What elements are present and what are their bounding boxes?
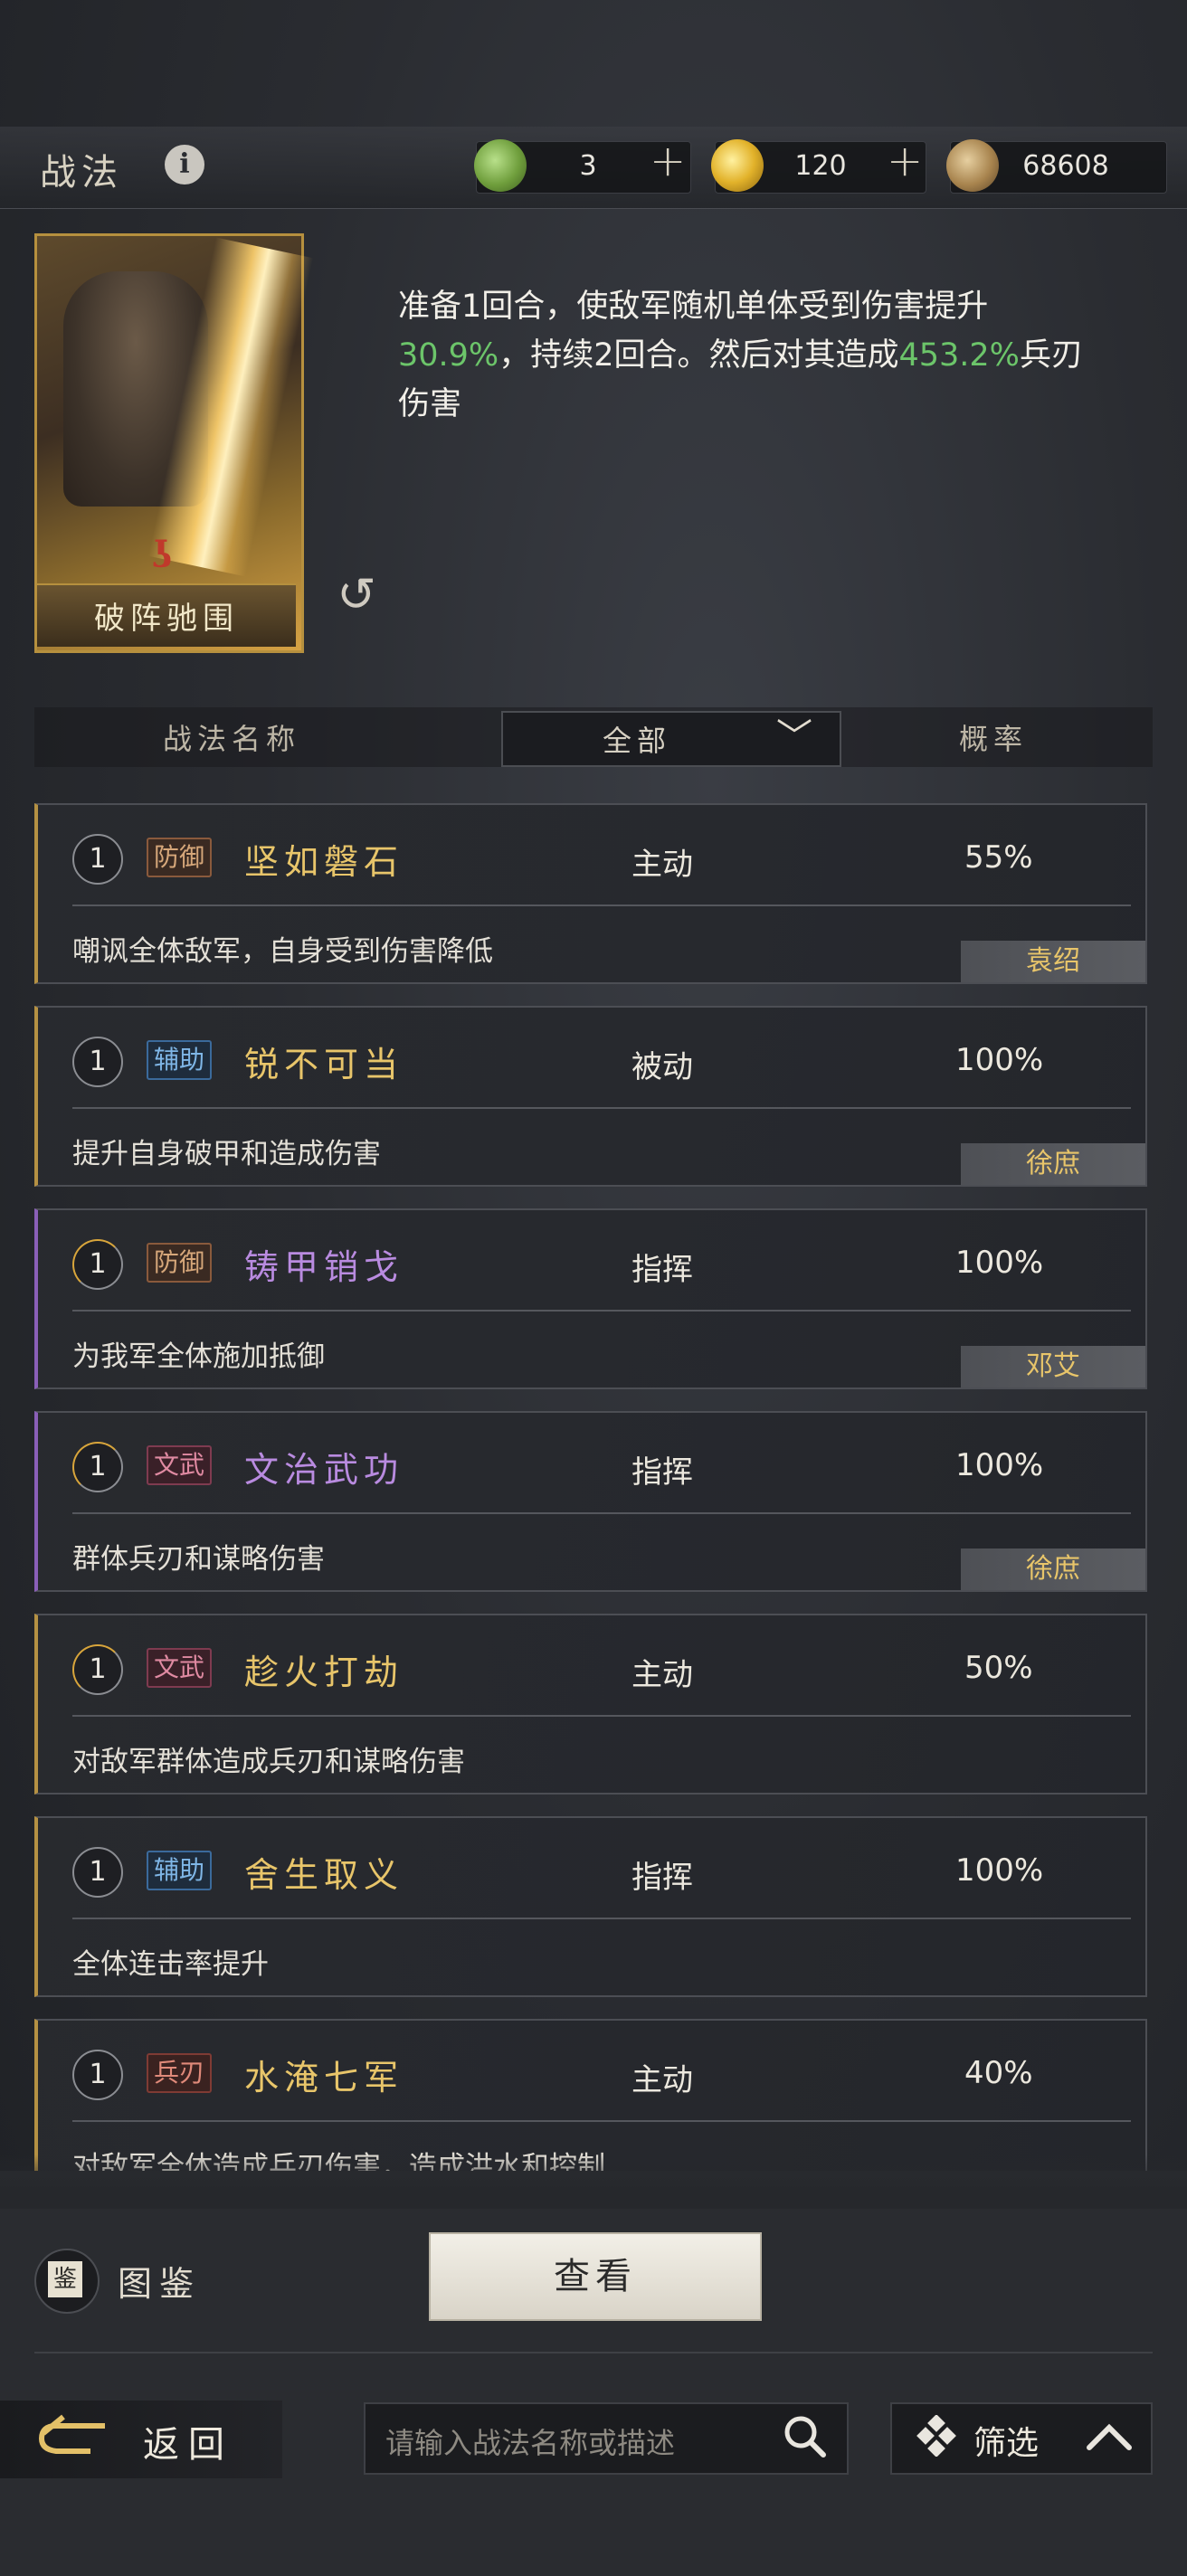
column-name-header: 战法名称 (163, 722, 301, 756)
tactic-type: 指挥 (631, 1454, 693, 1491)
tactic-rate: 50% (964, 1650, 1033, 1686)
tactic-rate: 100% (955, 1447, 1044, 1483)
tactic-desc: 全体连击率提升 (72, 1948, 269, 1981)
chevron-down-icon[interactable]: ﹀ (767, 711, 821, 763)
tactic-name: 趁火打劫 (244, 1653, 404, 1692)
tactic-rate: 100% (955, 1852, 1044, 1889)
row-divider (72, 1918, 1131, 1919)
tactic-description: 准备1回合，使敌军随机单体受到伤害提升 30.9%，持续2回合。然后对其造成453… (398, 282, 1086, 429)
tactic-type: 指挥 (631, 1252, 693, 1288)
info-icon[interactable]: i (165, 145, 204, 185)
add-gold-button[interactable]: + (887, 136, 923, 186)
desc-part-1: 准备1回合，使敌军随机单体受到伤害提升 (398, 289, 989, 325)
tactic-level-badge: 1 (72, 1644, 123, 1695)
tactic-category-tag: 兵刃 (147, 2053, 213, 2093)
tactic-category-tag: 辅助 (147, 1851, 213, 1890)
tactic-name: 坚如磐石 (244, 842, 404, 882)
view-button[interactable]: 查看 (429, 2232, 762, 2321)
tactic-desc: 对敌军群体造成兵刃和谋略伤害 (72, 1746, 465, 1778)
add-jade-button[interactable]: + (650, 136, 686, 186)
tactic-rate: 40% (964, 2055, 1033, 2091)
refresh-icon[interactable]: ↺ (333, 572, 380, 619)
tactic-level-badge: 1 (72, 1442, 123, 1492)
tactic-category-tag: 文武 (147, 1445, 213, 1485)
tactic-level-badge: 1 (72, 1847, 123, 1898)
row-divider (72, 1107, 1131, 1109)
tactic-type: 被动 (631, 1049, 693, 1085)
tactic-hero-tag: 袁绍 (961, 941, 1145, 982)
tactic-name: 舍生取义 (244, 1855, 404, 1895)
page-title: 战法 (40, 152, 123, 194)
search-placeholder[interactable]: 请输入战法名称或描述 (385, 2420, 675, 2462)
divider (34, 2352, 1153, 2353)
tactic-name: 文治武功 (244, 1450, 404, 1490)
tactic-rate: 100% (955, 1042, 1044, 1078)
tactic-hero-tag: 徐庶 (961, 1548, 1145, 1590)
tactic-category-tag: 文武 (147, 1648, 213, 1688)
tactic-category-tag: 防御 (147, 1243, 213, 1283)
currency-gold-value: 120 (794, 150, 847, 182)
tactic-level-badge: 1 (72, 2050, 123, 2100)
tactic-desc: 群体兵刃和谋略伤害 (72, 1543, 325, 1576)
currency-jade-value: 3 (579, 150, 597, 182)
row-divider (72, 1715, 1131, 1717)
tactic-type: 主动 (631, 847, 693, 883)
list-fade (0, 2155, 1187, 2209)
tactic-name: 锐不可当 (244, 1045, 404, 1084)
tactic-desc: 嘲讽全体敌军，自身受到伤害降低 (72, 935, 493, 968)
column-rate-header: 概率 (959, 722, 1029, 756)
hero-emblem-icon: ʖ (152, 534, 173, 576)
codex-glyph: 鉴 (48, 2261, 82, 2297)
currency-copper-value: 68608 (1022, 150, 1109, 182)
gold-coin-icon (711, 139, 764, 192)
desc-part-2: ，持续2回合。然后对其造成 (499, 337, 899, 374)
tactic-desc: 提升自身破甲和造成伤害 (72, 1138, 381, 1170)
back-label[interactable]: 返回 (143, 2415, 233, 2467)
tactic-category-tag: 辅助 (147, 1040, 213, 1080)
desc-value-2: 453.2% (898, 337, 1020, 374)
tactic-level-badge: 1 (72, 834, 123, 885)
codex-label[interactable]: 图鉴 (118, 2256, 201, 2306)
category-dropdown-value[interactable]: 全部 (501, 718, 773, 760)
tactic-desc: 为我军全体施加抵御 (72, 1340, 325, 1373)
tactic-name: 水淹七军 (244, 2058, 404, 2098)
tactic-level-badge: 1 (72, 1037, 123, 1087)
desc-value-1: 30.9% (398, 337, 499, 374)
tactic-rate: 100% (955, 1245, 1044, 1281)
row-divider (72, 904, 1131, 906)
row-divider (72, 1512, 1131, 1514)
tactic-type: 主动 (631, 2062, 693, 2098)
tactic-rate: 55% (964, 839, 1033, 876)
hero-name: 破阵驰围 (94, 601, 239, 637)
back-arrow-icon (36, 2413, 110, 2464)
tactic-name: 铸甲销戈 (244, 1247, 404, 1287)
search-icon[interactable] (778, 2410, 832, 2464)
row-divider (72, 2120, 1131, 2122)
tactic-type: 主动 (631, 1657, 693, 1693)
tactic-hero-tag: 徐庶 (961, 1143, 1145, 1185)
jade-coin-icon (474, 139, 527, 192)
tactic-category-tag: 防御 (147, 838, 213, 877)
row-divider (72, 1310, 1131, 1312)
tactic-hero-tag: 邓艾 (961, 1346, 1145, 1387)
copper-coin-icon (946, 139, 999, 192)
filter-label[interactable]: 筛选 (973, 2417, 1039, 2464)
chevron-up-icon[interactable] (1082, 2413, 1136, 2464)
tactic-level-badge: 1 (72, 1239, 123, 1290)
tactic-type: 指挥 (631, 1860, 693, 1896)
filter-diamond-icon (916, 2414, 957, 2458)
